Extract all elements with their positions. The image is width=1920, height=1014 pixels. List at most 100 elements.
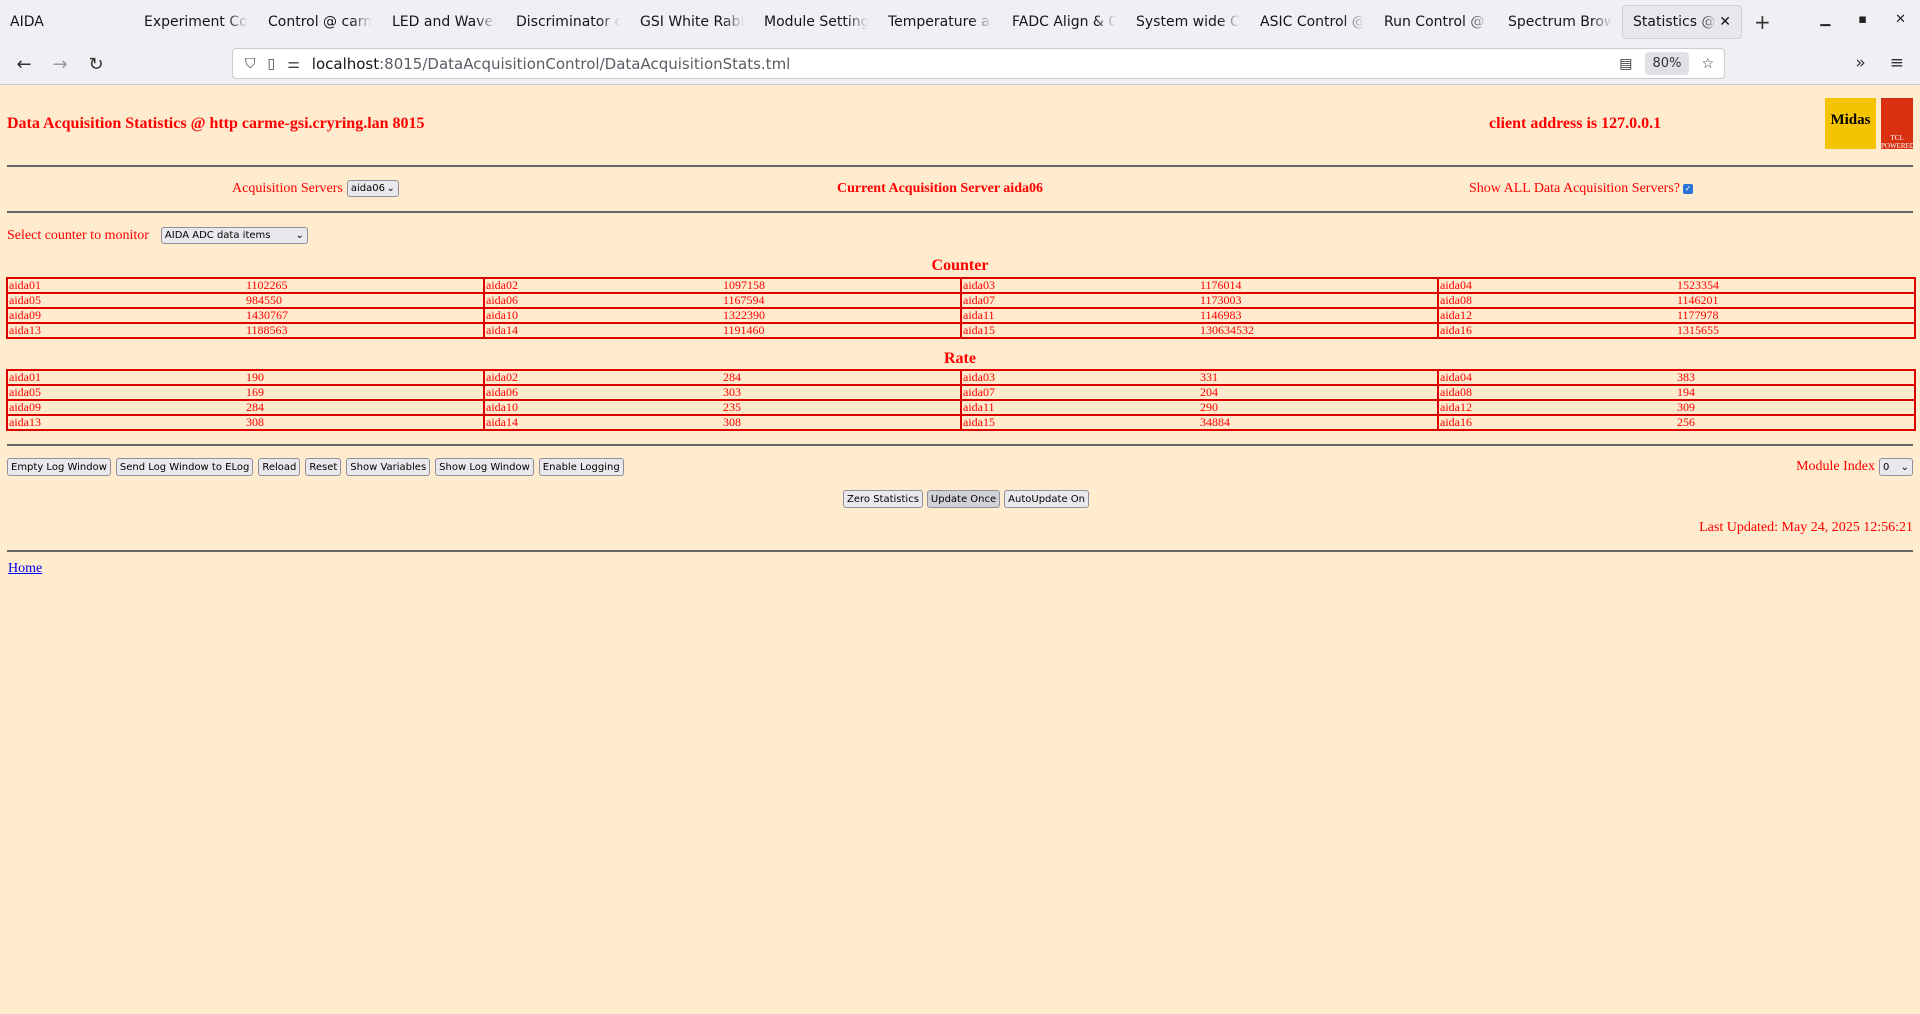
counter-value: 1191460 [722, 322, 961, 339]
close-tab-icon[interactable]: ✕ [1719, 14, 1731, 30]
module-name: aida06 [483, 292, 722, 309]
zoom-level[interactable]: 80% [1644, 52, 1690, 75]
counter-select[interactable]: AIDA ADC data items ⌄ [160, 227, 308, 244]
shield-icon[interactable]: ⛉ [245, 56, 256, 72]
module-name: aida05 [6, 384, 245, 401]
module-name: aida14 [483, 414, 722, 431]
table-row: aida01 1102265 aida02 1097158 aida03 1176014 a… [6, 277, 1916, 294]
counter-value: 1097158 [722, 277, 961, 294]
module-name: aida07 [960, 384, 1199, 401]
reset-button[interactable]: Reset [305, 458, 342, 476]
module-name: aida01 [6, 369, 245, 386]
module-name: aida15 [960, 322, 1199, 339]
browser-tab[interactable]: Run Control @ c [1374, 5, 1498, 39]
app-name: AIDA [10, 13, 44, 30]
divider [7, 211, 1913, 213]
rate-value: 169 [245, 384, 484, 401]
rate-value: 309 [1676, 399, 1916, 416]
home-link[interactable]: Home [8, 561, 42, 577]
module-name: aida14 [483, 322, 722, 339]
browser-tab[interactable]: Discriminator co [506, 5, 630, 39]
new-tab-button[interactable]: + [1754, 10, 1771, 34]
browser-tab[interactable]: LED and Wavefo [382, 5, 506, 39]
menu-icon[interactable]: ≡ [1890, 53, 1904, 73]
counter-table: aida01 1102265 aida02 1097158 aida03 1176014 a… [6, 277, 1916, 339]
chevron-down-icon: ⌄ [295, 230, 304, 241]
show-variables-button[interactable]: Show Variables [346, 458, 431, 476]
counter-value: 1523354 [1676, 277, 1916, 294]
browser-tab[interactable]: System wide Ch [1126, 5, 1250, 39]
servers-select[interactable]: aida06 ⌄ [346, 180, 399, 197]
overflow-chevron-icon[interactable]: » [1855, 53, 1865, 73]
show-all-checkbox[interactable]: ✓ [1683, 184, 1694, 194]
counter-value: 1188563 [245, 322, 484, 339]
enable-logging-button[interactable]: Enable Logging [538, 458, 624, 476]
module-name: aida04 [1437, 277, 1676, 294]
rate-heading: Rate [944, 350, 976, 367]
counter-heading: Counter [931, 257, 989, 274]
module-index-label: Module Index [1796, 459, 1875, 474]
maximize-icon[interactable]: ▪ [1858, 12, 1867, 27]
browser-tab[interactable]: Module Settings [754, 5, 878, 39]
zero-statistics-button[interactable]: Zero Statistics [843, 490, 923, 508]
tab-label: Control @ carm [268, 13, 372, 30]
forward-icon[interactable]: → [42, 54, 78, 75]
module-name: aida03 [960, 369, 1199, 386]
module-index-select[interactable]: 0 ⌄ [1879, 458, 1913, 476]
browser-tab[interactable]: Control @ carm [258, 5, 382, 39]
rate-value: 290 [1199, 399, 1438, 416]
show-all-label: Show ALL Data Acquisition Servers? [1469, 181, 1681, 196]
module-name: aida08 [1437, 292, 1676, 309]
counter-value: 1167594 [722, 292, 961, 309]
rate-table: aida01 190 aida02 284 aida03 331 aida04 383 aida… [6, 369, 1916, 431]
reader-view-icon[interactable]: ▤ [1619, 56, 1632, 72]
close-window-icon[interactable]: ✕ [1895, 12, 1906, 27]
rate-value: 194 [1676, 384, 1916, 401]
bookmark-star-icon[interactable]: ☆ [1701, 56, 1714, 72]
rate-value: 284 [722, 369, 961, 386]
table-row: aida05 984550 aida06 1167594 aida07 1173003 ai… [6, 292, 1916, 309]
browser-chrome: AIDA Experiment Con Control @ carm LED and… [0, 0, 1920, 85]
module-name: aida06 [483, 384, 722, 401]
browser-tab[interactable]: Experiment Con [134, 5, 258, 39]
divider [7, 550, 1913, 552]
url-bar[interactable]: ⛉ ▯ ⚌ localhost:8015/DataAcquisitionCont… [232, 48, 1725, 79]
browser-tab[interactable]: GSI White Rabbi [630, 5, 754, 39]
chevron-down-icon: ⌄ [1900, 461, 1909, 473]
send-log-window-to-elog-button[interactable]: Send Log Window to ELog [115, 458, 254, 476]
divider [7, 165, 1913, 167]
browser-tab[interactable]: ASIC Control @ [1250, 5, 1374, 39]
back-icon[interactable]: ← [6, 54, 42, 75]
update-once-button[interactable]: Update Once [926, 490, 1001, 508]
empty-log-window-button[interactable]: Empty Log Window [7, 458, 111, 476]
rate-value: 284 [245, 399, 484, 416]
module-name: aida13 [6, 322, 245, 339]
last-updated: Last Updated: May 24, 2025 12:56:21 [1699, 520, 1913, 535]
browser-tab[interactable]: Statistics @ c✕ [1622, 4, 1742, 39]
reload-icon[interactable]: ↻ [78, 54, 114, 75]
divider [7, 444, 1913, 446]
module-name: aida11 [960, 307, 1199, 324]
browser-tab[interactable]: FADC Align & C [1002, 5, 1126, 39]
minimize-icon[interactable]: ▁ [1820, 12, 1830, 27]
module-name: aida12 [1437, 307, 1676, 324]
module-name: aida02 [483, 369, 722, 386]
tab-label: Statistics @ c [1633, 13, 1717, 30]
counter-value: 130634532 [1199, 322, 1438, 339]
module-name: aida16 [1437, 414, 1676, 431]
module-name: aida02 [483, 277, 722, 294]
tab-label: Discriminator co [516, 13, 620, 30]
browser-tab[interactable]: Spectrum Brows [1498, 5, 1622, 39]
chevron-down-icon: ⌄ [386, 183, 395, 194]
tab-label: System wide Ch [1136, 13, 1240, 30]
counter-value: 984550 [245, 292, 484, 309]
tcl-logo: TCL POWERED [1881, 98, 1915, 150]
tab-label: ASIC Control @ [1260, 13, 1364, 30]
browser-tab[interactable]: Temperature an [878, 5, 1002, 39]
show-log-window-button[interactable]: Show Log Window [435, 458, 534, 476]
autoupdate-on-button[interactable]: AutoUpdate On [1004, 490, 1089, 508]
page-icon: ▯ [267, 55, 276, 72]
url-host: localhost [311, 54, 380, 73]
permissions-icon[interactable]: ⚌ [287, 56, 300, 72]
reload-button[interactable]: Reload [258, 458, 301, 476]
